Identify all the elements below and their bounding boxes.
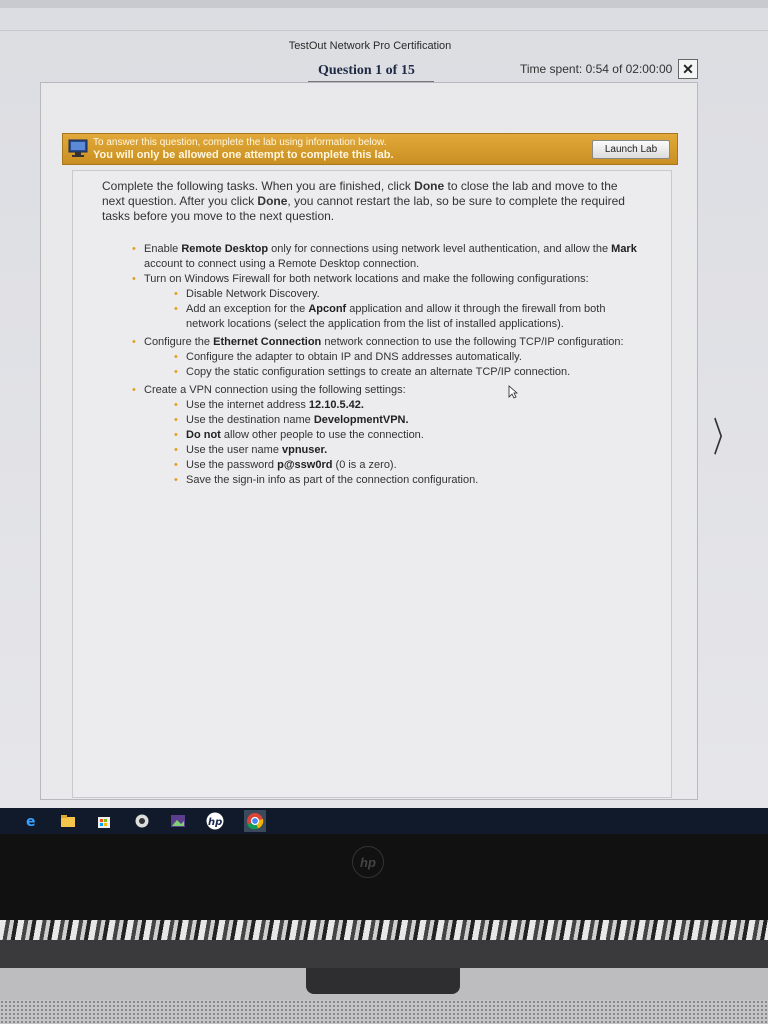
lab-banner: To answer this question, complete the la… [62, 133, 678, 165]
window-top-strip [0, 0, 768, 8]
windows-taskbar: e hp [0, 808, 768, 834]
laptop-lid-notch [306, 968, 460, 994]
svg-text:e: e [26, 814, 36, 829]
subtask-vpn-sharing: Do not allow other people to use the con… [174, 428, 642, 443]
media-icon[interactable] [134, 813, 150, 829]
store-icon[interactable] [96, 813, 112, 829]
edge-icon[interactable]: e [24, 813, 40, 829]
chrome-icon[interactable] [244, 810, 266, 832]
subtask-vpn-address: Use the internet address 12.10.5.42. [174, 398, 642, 413]
task-intro: Complete the following tasks. When you a… [102, 179, 625, 223]
monitor-screen: TestOut Network Pro Certification Questi… [0, 0, 768, 808]
mouse-cursor-icon [508, 385, 518, 399]
banner-warning: You will only be allowed one attempt to … [93, 149, 394, 161]
file-explorer-icon[interactable] [60, 813, 76, 829]
question-counter: Question 1 of 15 [318, 63, 415, 78]
subtask-vpn-name: Use the destination name DevelopmentVPN. [174, 413, 642, 428]
task-vpn: Create a VPN connection using the follow… [132, 383, 642, 488]
subtask-apconf-exception: Add an exception for the Apconf applicat… [174, 302, 642, 332]
subtask-vpn-password: Use the password p@ssw0rd (0 is a zero). [174, 458, 642, 473]
subtask-alternate-config: Copy the static configuration settings t… [174, 365, 642, 380]
task-list: Enable Remote Desktop only for connectio… [132, 242, 642, 488]
close-icon: ✕ [682, 61, 694, 77]
task-firewall: Turn on Windows Firewall for both networ… [132, 272, 642, 332]
close-button[interactable]: ✕ [678, 59, 698, 79]
subtask-vpn-username: Use the user name vpnuser. [174, 443, 642, 458]
done-keyword: Done [414, 179, 445, 193]
hp-logo: hp [352, 846, 384, 878]
subtask-vpn-save-signin: Save the sign-in info as part of the con… [174, 473, 642, 488]
monitor-icon [68, 139, 88, 157]
subtask-network-discovery: Disable Network Discovery. [174, 287, 642, 302]
photos-icon[interactable] [170, 813, 186, 829]
subtask-obtain-automatically: Configure the adapter to obtain IP and D… [174, 350, 642, 365]
task-tcpip: Configure the Ethernet Connection networ… [132, 335, 642, 380]
laptop-hinge [0, 920, 768, 940]
done-keyword: Done [257, 194, 288, 208]
time-spent: Time spent: 0:54 of 02:00:00 [520, 62, 673, 76]
speaker-grille [0, 1000, 768, 1024]
task-remote-desktop: Enable Remote Desktop only for connectio… [132, 242, 642, 272]
app-title: TestOut Network Pro Certification [288, 40, 452, 52]
next-question-chevron-icon[interactable]: 〉 [713, 418, 735, 458]
laptop-base-edge [0, 940, 768, 968]
launch-lab-button[interactable]: Launch Lab [592, 140, 670, 159]
banner-instruction: To answer this question, complete the la… [93, 137, 387, 148]
svg-text:hp: hp [208, 817, 222, 828]
laptop-bezel [0, 834, 768, 920]
hp-icon[interactable]: hp [204, 812, 226, 830]
header-divider [0, 30, 768, 31]
